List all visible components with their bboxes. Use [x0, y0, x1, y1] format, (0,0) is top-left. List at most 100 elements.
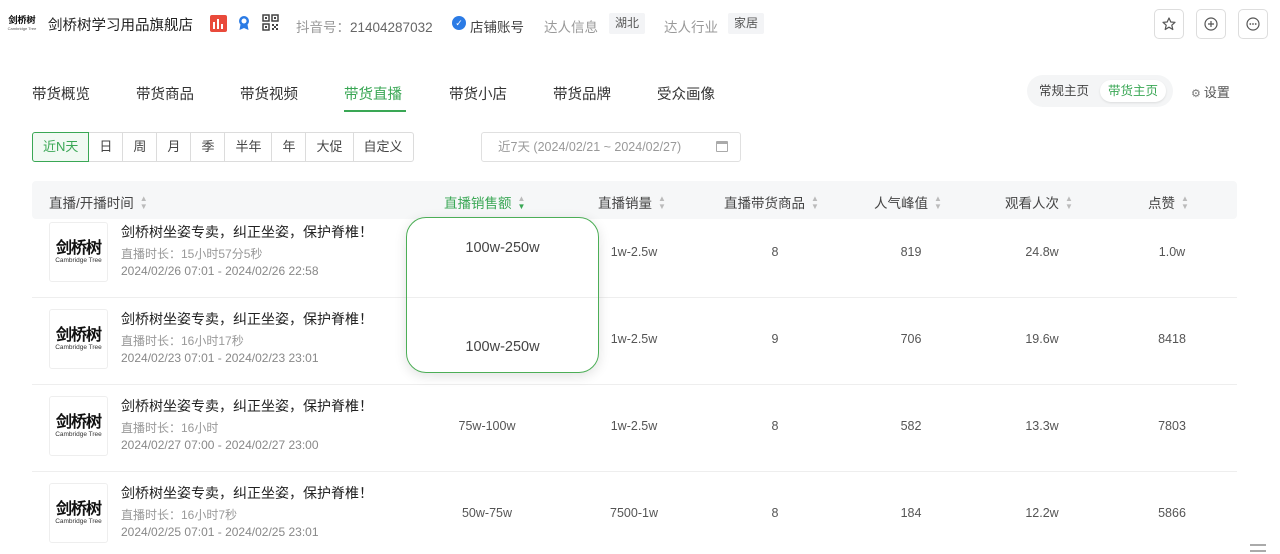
table-row[interactable]: 剑桥树 Cambridge Tree 剑桥树坐姿专卖，纠正坐姿，保护脊椎！ 直播时… — [32, 211, 1237, 298]
thumb-logo-text: 剑桥树 — [55, 325, 102, 344]
sort-icon: ▲ ▼ — [934, 194, 942, 212]
filter-custom[interactable]: 自定义 — [352, 132, 414, 162]
live-time: 2024/02/25 07:01 - 2024/02/25 23:01 — [121, 525, 319, 539]
table-row[interactable]: 剑桥树 Cambridge Tree 剑桥树坐姿专卖，纠正坐姿，保护脊椎！ 直播时… — [32, 385, 1237, 472]
live-duration: 直播时长：16小时 — [121, 421, 219, 435]
col-label: 直播销售额 — [444, 196, 512, 211]
cell-volume: 7500-1w — [610, 506, 658, 520]
more-button[interactable] — [1238, 9, 1268, 39]
col-live-products[interactable]: 直播带货商品 ▲ ▼ — [724, 192, 819, 212]
sort-icon: ▲ ▼ — [811, 194, 819, 212]
homepage-switch: 常规主页 带货主页 — [1027, 75, 1173, 107]
period-filter: 近N天 日 周 月 季 半年 年 大促 自定义 — [32, 132, 414, 162]
live-title[interactable]: 剑桥树坐姿专卖，纠正坐姿，保护脊椎！ — [121, 309, 373, 329]
col-label: 点赞 — [1148, 196, 1175, 211]
filter-quarter[interactable]: 季 — [190, 132, 226, 162]
live-duration: 直播时长：15小时57分5秒 — [121, 247, 263, 261]
filter-day[interactable]: 日 — [88, 132, 124, 162]
col-live-time[interactable]: 直播/开播时间 ▲ ▼ — [49, 192, 148, 212]
col-peak-popularity[interactable]: 人气峰值 ▲ ▼ — [874, 192, 942, 212]
thumb-logo-text: 剑桥树 — [55, 499, 102, 518]
shop-logo: 剑桥树 Cambridge Tree — [6, 12, 38, 34]
live-cover-thumbnail[interactable]: 剑桥树 Cambridge Tree — [49, 396, 108, 456]
region-tag: 湖北 — [609, 13, 646, 34]
tab-videos[interactable]: 带货视频 — [240, 83, 298, 104]
live-cover-thumbnail[interactable]: 剑桥树 Cambridge Tree — [49, 483, 108, 543]
sort-icon: ▲ ▼ — [517, 194, 526, 212]
filter-month[interactable]: 月 — [156, 132, 192, 162]
filter-half-year[interactable]: 半年 — [224, 132, 273, 162]
col-likes[interactable]: 点赞 ▲ ▼ — [1148, 192, 1189, 212]
col-views[interactable]: 观看人次 ▲ ▼ — [1005, 192, 1073, 212]
check-badge-icon: ✓ — [452, 16, 466, 30]
highlight-sales-row-1: 100w-250w — [465, 240, 540, 256]
highlight-sales-row-2: 100w-250w — [465, 339, 540, 355]
live-time: 2024/02/26 07:01 - 2024/02/26 22:58 — [121, 264, 319, 278]
table-row[interactable]: 剑桥树 Cambridge Tree 剑桥树坐姿专卖，纠正坐姿，保护脊椎！ 直播时… — [32, 472, 1237, 554]
switch-normal-home[interactable]: 常规主页 — [1031, 80, 1097, 102]
highlight-divider — [407, 297, 598, 298]
thumb-logo-text: 剑桥树 — [55, 238, 102, 257]
table-row[interactable]: 剑桥树 Cambridge Tree 剑桥树坐姿专卖，纠正坐姿，保护脊椎！ 直播时… — [32, 298, 1237, 385]
col-label: 直播带货商品 — [724, 196, 805, 211]
cell-products: 8 — [771, 506, 779, 520]
cell-sales: 50w-75w — [461, 506, 513, 520]
thumb-logo-sub: Cambridge Tree — [55, 344, 102, 351]
cell-volume: 1w-2.5w — [610, 245, 658, 259]
logo-subtext: Cambridge Tree — [7, 25, 37, 31]
sort-icon: ▲ ▼ — [139, 194, 148, 212]
cell-peak: 582 — [900, 419, 922, 433]
live-cover-thumbnail[interactable]: 剑桥树 Cambridge Tree — [49, 309, 108, 369]
filter-recent-n-days[interactable]: 近N天 — [32, 132, 90, 162]
tab-overview[interactable]: 带货概览 — [32, 83, 90, 104]
date-range-picker[interactable]: 近7天 (2024/02/21 ~ 2024/02/27) — [481, 132, 741, 162]
award-icon[interactable] — [236, 15, 252, 31]
thumb-logo-sub: Cambridge Tree — [55, 257, 102, 264]
gear-icon: ⚙ — [1191, 88, 1201, 100]
favorite-button[interactable] — [1154, 9, 1184, 39]
cell-likes: 8418 — [1158, 332, 1186, 346]
cell-volume: 1w-2.5w — [610, 419, 658, 433]
tab-audience[interactable]: 受众画像 — [657, 83, 715, 104]
col-label: 直播/开播时间 — [49, 196, 134, 211]
cell-views: 13.3w — [1025, 419, 1059, 433]
live-title[interactable]: 剑桥树坐姿专卖，纠正坐姿，保护脊椎！ — [121, 222, 373, 242]
switch-selling-home[interactable]: 带货主页 — [1100, 80, 1167, 102]
tab-live[interactable]: 带货直播 — [344, 83, 402, 104]
live-title[interactable]: 剑桥树坐姿专卖，纠正坐姿，保护脊椎！ — [121, 396, 373, 416]
live-time: 2024/02/27 07:00 - 2024/02/27 23:00 — [121, 438, 319, 452]
filter-promotion[interactable]: 大促 — [305, 132, 354, 162]
col-live-volume[interactable]: 直播销量 ▲ ▼ — [598, 192, 666, 212]
sort-icon: ▲ ▼ — [1065, 194, 1073, 212]
tab-shop[interactable]: 带货小店 — [449, 83, 507, 104]
cell-views: 12.2w — [1025, 506, 1059, 520]
settings-button[interactable]: ⚙ 设置 — [1191, 82, 1230, 101]
filter-week[interactable]: 周 — [122, 132, 158, 162]
menu-lines-icon[interactable] — [1250, 544, 1266, 552]
data-chart-icon[interactable] — [210, 15, 227, 32]
qr-code-icon[interactable] — [262, 14, 279, 31]
col-live-sales[interactable]: 直播销售额 ▲ ▼ — [444, 192, 525, 212]
col-label: 观看人次 — [1005, 196, 1059, 211]
douyin-number: 21404287032 — [350, 20, 433, 35]
tab-products[interactable]: 带货商品 — [136, 83, 194, 104]
cell-likes: 7803 — [1158, 419, 1186, 433]
add-button[interactable] — [1196, 9, 1226, 39]
info-label: 达人信息 — [544, 20, 598, 35]
active-tab-indicator — [344, 110, 406, 112]
settings-label: 设置 — [1203, 85, 1230, 100]
thumb-logo-sub: Cambridge Tree — [55, 431, 102, 438]
cell-peak: 819 — [900, 245, 922, 259]
cell-peak: 706 — [900, 332, 922, 346]
live-title[interactable]: 剑桥树坐姿专卖，纠正坐姿，保护脊椎！ — [121, 483, 373, 503]
cell-products: 8 — [771, 419, 779, 433]
cell-views: 19.6w — [1025, 332, 1059, 346]
filter-year[interactable]: 年 — [271, 132, 307, 162]
cell-peak: 184 — [900, 506, 922, 520]
cell-volume: 1w-2.5w — [610, 332, 658, 346]
logo-text: 剑桥树 — [8, 15, 36, 26]
more-icon — [1246, 17, 1260, 31]
sort-icon: ▲ ▼ — [1181, 194, 1189, 212]
tab-brands[interactable]: 带货品牌 — [553, 83, 611, 104]
live-cover-thumbnail[interactable]: 剑桥树 Cambridge Tree — [49, 222, 108, 282]
